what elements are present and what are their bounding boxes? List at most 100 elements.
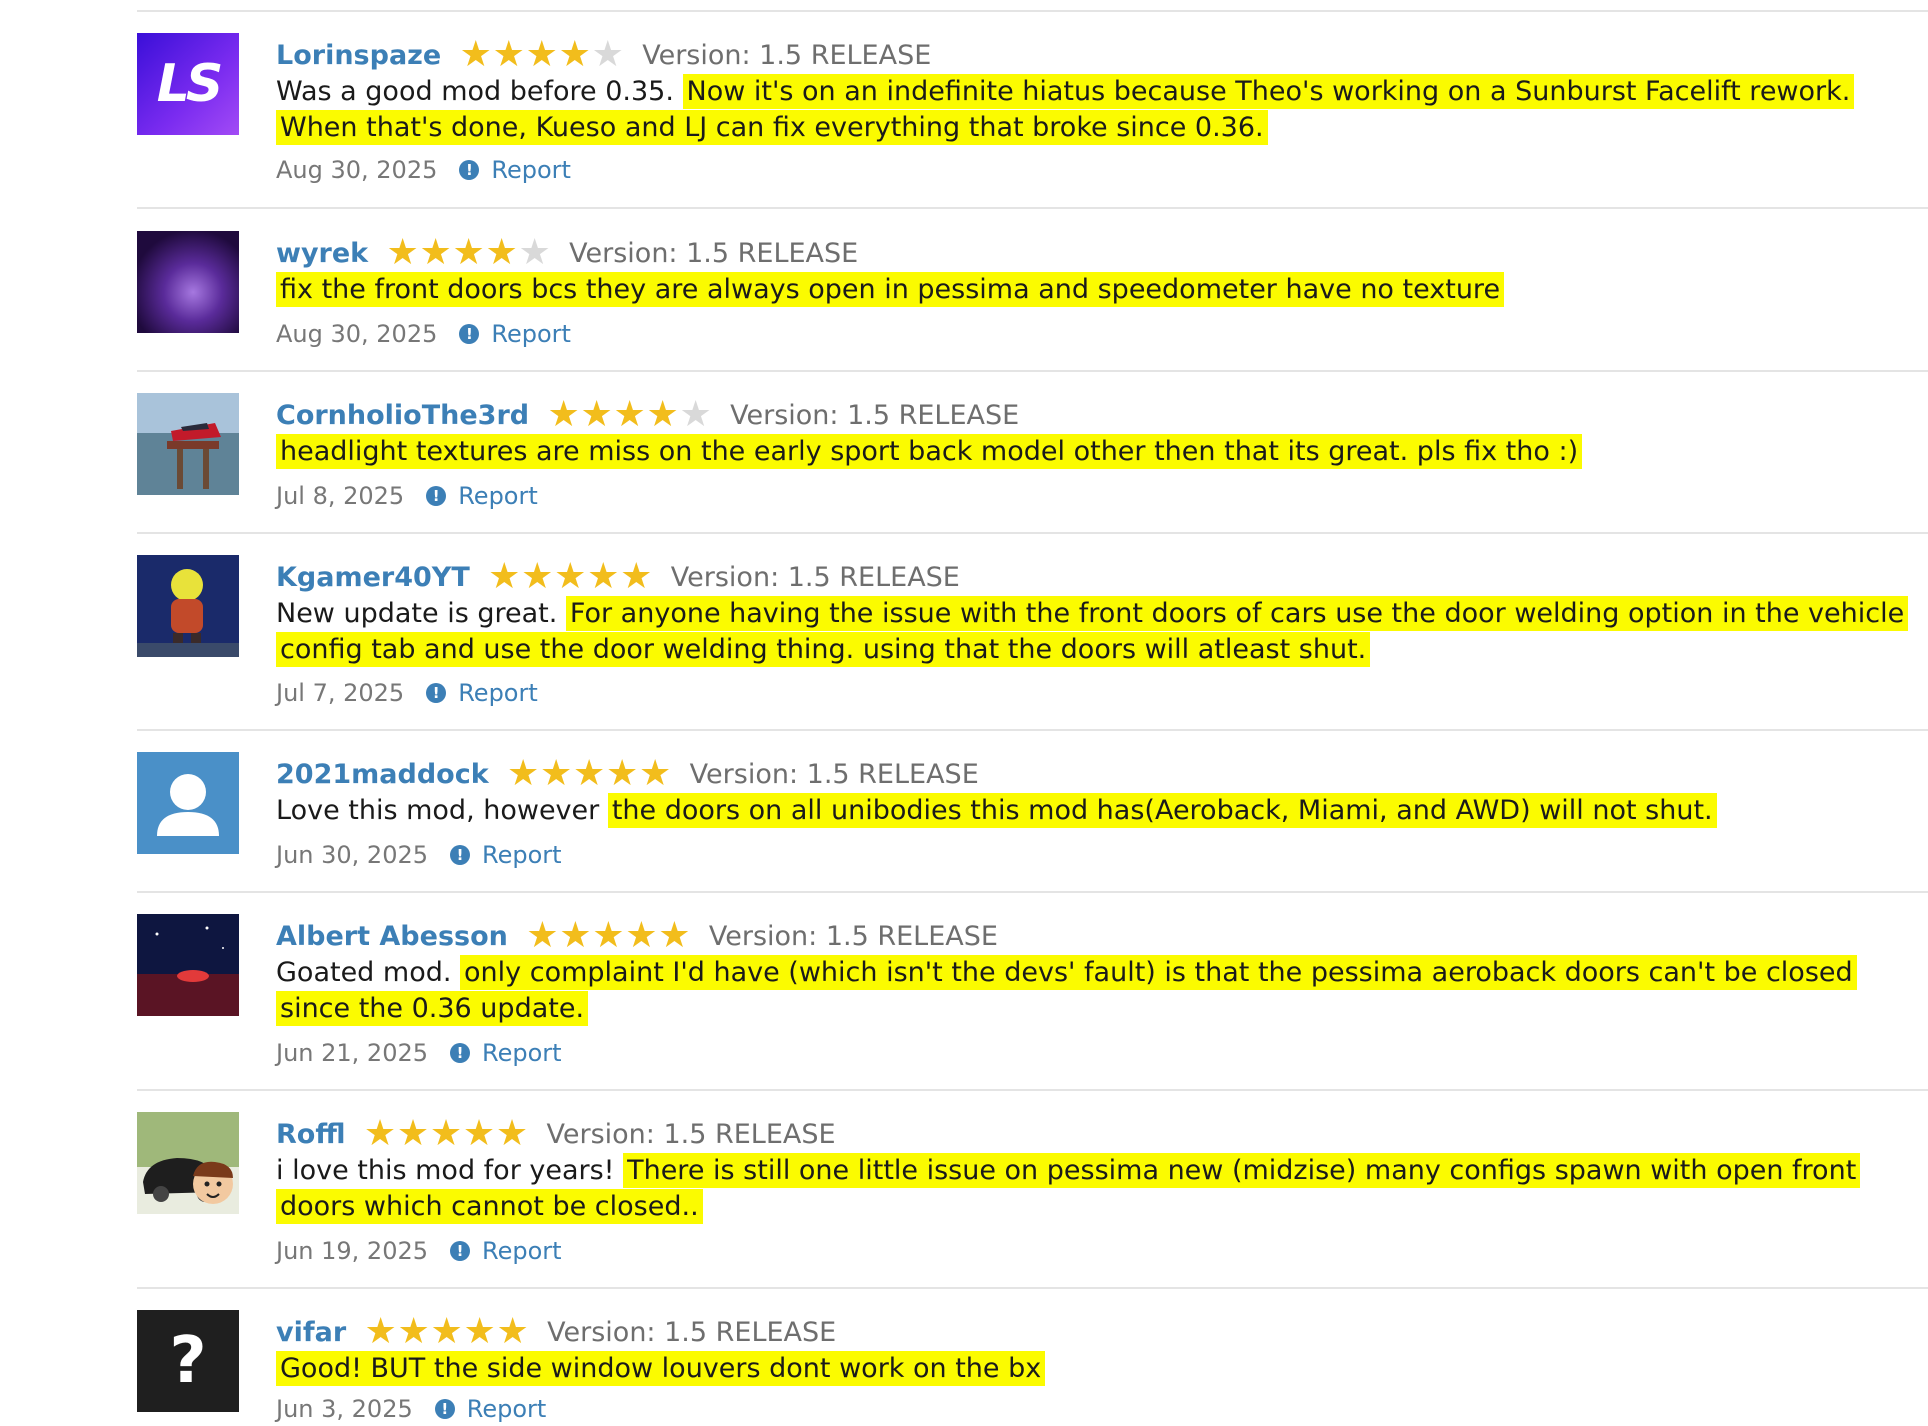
- star-empty-icon: ★: [518, 232, 551, 273]
- version-label: Version: 1.5 RELEASE: [569, 237, 859, 269]
- report-link[interactable]: ! Report: [426, 482, 538, 510]
- report-link[interactable]: ! Report: [450, 1039, 562, 1067]
- username-link[interactable]: Roffl: [276, 1119, 345, 1150]
- avatar-image: [137, 1112, 239, 1214]
- star-filled-icon: ★: [364, 1311, 397, 1352]
- star-filled-icon: ★: [587, 556, 620, 597]
- avatar[interactable]: [137, 1112, 239, 1214]
- report-label: Report: [466, 1395, 547, 1423]
- avatar-initials: LS: [156, 54, 224, 114]
- avatar[interactable]: [137, 231, 239, 333]
- review-date: Jul 7, 2025: [276, 679, 405, 707]
- username-link[interactable]: Albert Abesson: [276, 921, 508, 952]
- report-link[interactable]: ! Report: [426, 679, 538, 707]
- report-link[interactable]: ! Report: [450, 1237, 562, 1265]
- star-filled-icon: ★: [488, 556, 521, 597]
- report-label: Report: [482, 841, 562, 869]
- star-rating: ★ ★ ★ ★ ★: [363, 1114, 528, 1154]
- divider: [137, 370, 1928, 372]
- review-text-plain: Love this mod, however: [276, 795, 608, 826]
- divider: [137, 729, 1928, 731]
- review-date: Jun 19, 2025: [276, 1237, 429, 1265]
- version-label: Version: 1.5 RELEASE: [547, 1316, 837, 1348]
- avatar[interactable]: LS: [137, 33, 239, 135]
- review-date: Jul 8, 2025: [276, 482, 405, 510]
- star-filled-icon: ★: [573, 753, 606, 794]
- review-text-highlight: Good! BUT the side window louvers dont w…: [276, 1351, 1046, 1386]
- version-label: Version: 1.5 RELEASE: [708, 920, 998, 952]
- question-mark-icon: ?: [169, 1324, 207, 1398]
- review-text: Goated mod. only complaint I'd have (whi…: [276, 955, 1928, 1027]
- star-filled-icon: ★: [397, 1311, 430, 1352]
- star-filled-icon: ★: [462, 1113, 496, 1154]
- star-rating: ★ ★ ★ ★ ★: [386, 233, 551, 273]
- star-filled-icon: ★: [363, 1113, 397, 1154]
- review-text: Good! BUT the side window louvers dont w…: [276, 1351, 1928, 1387]
- report-label: Report: [491, 156, 571, 184]
- avatar[interactable]: [137, 555, 239, 657]
- username-link[interactable]: wyrek: [276, 238, 368, 269]
- username-link[interactable]: 2021maddock: [276, 759, 489, 790]
- star-rating: ★ ★ ★ ★ ★: [547, 395, 712, 435]
- review-text-highlight: the doors on all unibodies this mod has(…: [607, 793, 1717, 828]
- version-label: Version: 1.5 RELEASE: [642, 39, 932, 71]
- review-date: Jun 21, 2025: [276, 1039, 429, 1067]
- review-text: i love this mod for years! There is stil…: [276, 1153, 1928, 1225]
- star-filled-icon: ★: [526, 915, 559, 956]
- star-filled-icon: ★: [463, 1311, 496, 1352]
- review-text: fix the front doors bcs they are always …: [276, 272, 1928, 308]
- username-link[interactable]: Lorinspaze: [276, 40, 441, 71]
- avatar[interactable]: [137, 914, 239, 1016]
- star-filled-icon: ★: [495, 1113, 529, 1154]
- star-filled-icon: ★: [430, 1311, 463, 1352]
- star-filled-icon: ★: [452, 232, 485, 273]
- star-filled-icon: ★: [521, 556, 554, 597]
- exclamation-circle-icon: !: [450, 1241, 471, 1261]
- star-filled-icon: ★: [496, 1311, 529, 1352]
- exclamation-circle-icon: !: [434, 1399, 455, 1419]
- report-link[interactable]: ! Report: [434, 1395, 547, 1423]
- review-text-plain: Was a good mod before 0.35.: [276, 76, 683, 107]
- review-date: Jun 3, 2025: [276, 1395, 413, 1423]
- star-filled-icon: ★: [606, 753, 639, 794]
- star-filled-icon: ★: [507, 753, 540, 794]
- exclamation-circle-icon: !: [459, 160, 480, 180]
- username-link[interactable]: CornholioThe3rd: [276, 400, 529, 431]
- star-filled-icon: ★: [559, 915, 592, 956]
- avatar[interactable]: [137, 393, 239, 495]
- version-label: Version: 1.5 RELEASE: [689, 758, 979, 790]
- exclamation-circle-icon: !: [426, 683, 447, 703]
- review-date: Jun 30, 2025: [276, 841, 429, 869]
- report-link[interactable]: ! Report: [459, 320, 571, 348]
- star-filled-icon: ★: [639, 753, 672, 794]
- divider: [137, 207, 1928, 209]
- review-text: Love this mod, however the doors on all …: [276, 793, 1928, 829]
- report-link[interactable]: ! Report: [459, 156, 571, 184]
- star-filled-icon: ★: [554, 556, 587, 597]
- reviews-list: LS Lorinspaze ★ ★ ★ ★ ★ Version: 1.5 RELEASE…: [0, 0, 1928, 1426]
- review-date: Aug 30, 2025: [276, 320, 438, 348]
- exclamation-circle-icon: !: [450, 845, 471, 865]
- exclamation-circle-icon: !: [450, 1043, 471, 1063]
- review-text-plain: New update is great.: [276, 598, 566, 629]
- star-filled-icon: ★: [429, 1113, 463, 1154]
- report-link[interactable]: ! Report: [450, 841, 562, 869]
- star-filled-icon: ★: [386, 232, 419, 273]
- report-label: Report: [458, 482, 538, 510]
- star-filled-icon: ★: [620, 556, 653, 597]
- star-empty-icon: ★: [679, 394, 712, 435]
- star-filled-icon: ★: [547, 394, 580, 435]
- review-text-plain: Goated mod.: [276, 957, 461, 988]
- star-filled-icon: ★: [525, 34, 558, 75]
- username-link[interactable]: vifar: [276, 1317, 346, 1348]
- report-label: Report: [482, 1039, 562, 1067]
- report-label: Report: [482, 1237, 562, 1265]
- username-link[interactable]: Kgamer40YT: [276, 562, 470, 593]
- star-rating: ★ ★ ★ ★ ★: [488, 557, 653, 597]
- avatar[interactable]: [137, 752, 239, 854]
- user-silhouette-icon: [157, 774, 219, 836]
- star-filled-icon: ★: [459, 34, 492, 75]
- star-rating: ★ ★ ★ ★ ★: [364, 1312, 529, 1352]
- avatar[interactable]: ?: [137, 1310, 239, 1412]
- star-filled-icon: ★: [658, 915, 691, 956]
